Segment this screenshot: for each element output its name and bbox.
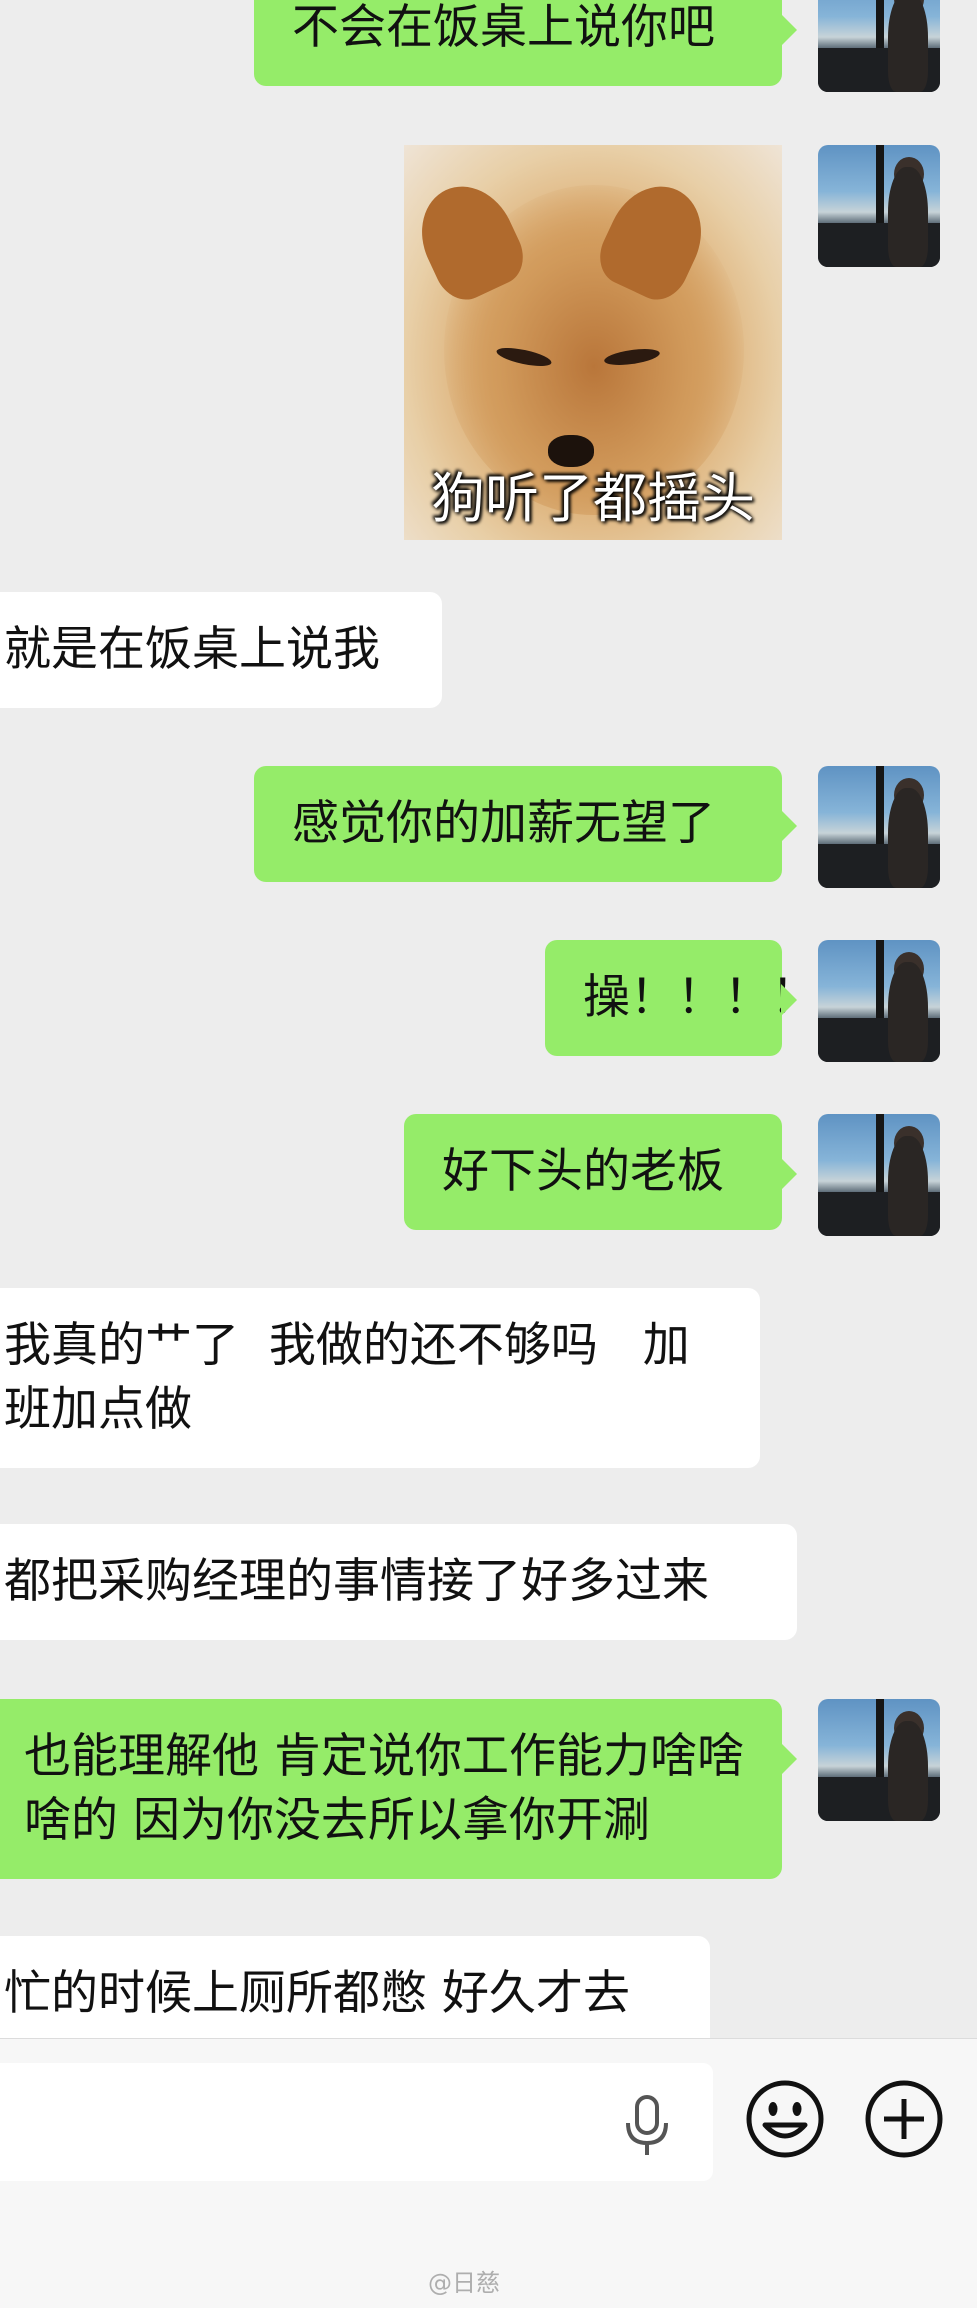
my-avatar[interactable] — [818, 1699, 940, 1821]
message-bubble-received[interactable]: 我真的艹了 我做的还不够吗 加班加点做 — [0, 1288, 760, 1468]
my-avatar[interactable] — [818, 1114, 940, 1236]
microphone-icon[interactable] — [620, 2093, 674, 2159]
my-avatar[interactable] — [818, 766, 940, 888]
message-input[interactable] — [0, 2063, 713, 2181]
message-bubble-sent[interactable]: 好下头的老板 — [404, 1114, 797, 1230]
my-avatar[interactable] — [818, 940, 940, 1062]
watermark: @日慈 — [428, 2269, 500, 2297]
message-bubble-received[interactable]: 都把采购经理的事情接了好多过来 — [0, 1524, 797, 1640]
sticker-caption: 狗听了都摇头 — [431, 467, 755, 530]
dog-sticker-image[interactable]: 狗听了都摇头 — [404, 145, 782, 540]
message-bubble-sent[interactable]: 不会在饭桌上说你吧 — [254, 0, 797, 86]
my-avatar[interactable] — [818, 145, 940, 267]
message-bubble-sent[interactable]: 也能理解他 肯定说你工作能力啥啥啥的 因为你没去所以拿你开涮 — [0, 1699, 797, 1879]
message-bubble-sent[interactable]: 操！！！！ — [545, 940, 818, 1056]
emoji-icon[interactable] — [745, 2079, 825, 2159]
message-bubble-received[interactable]: 就是在饭桌上说我 — [0, 592, 442, 708]
message-bubble-received[interactable]: 忙的时候上厕所都憋 好久才去 — [0, 1936, 710, 2038]
my-avatar[interactable] — [818, 0, 940, 92]
plus-icon[interactable] — [864, 2079, 944, 2159]
message-bubble-sent[interactable]: 感觉你的加薪无望了 — [254, 766, 797, 882]
chat-history[interactable]: 不会在饭桌上说你吧 狗听了都摇头 就是在饭桌上说我 感觉你的加薪无望了 操！！！… — [0, 0, 977, 2038]
